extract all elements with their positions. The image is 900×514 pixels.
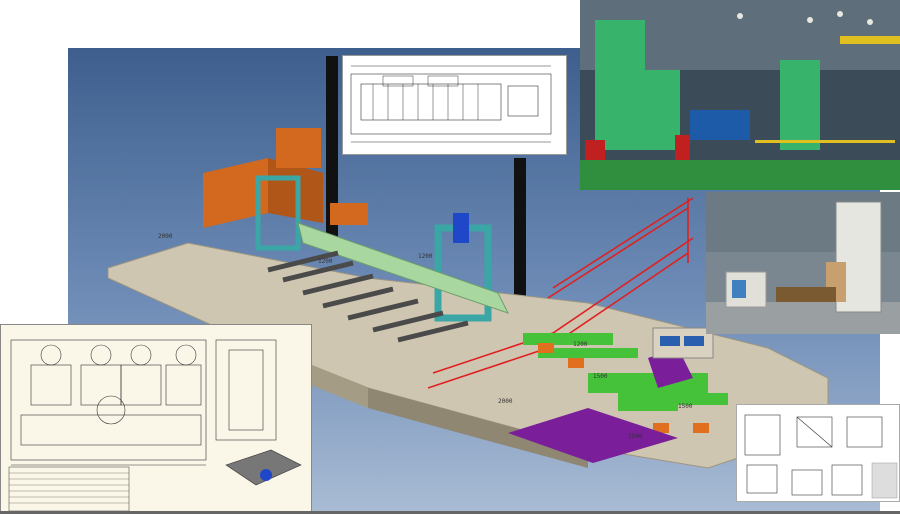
orange-housing-top [276,128,321,168]
gearbox-assembly-drawing [0,324,312,514]
dim-label: 2000 [158,233,173,240]
frame-detail-drawing [736,404,900,502]
gearbox-assembly-drawing-svg [8,339,302,512]
cabin-window-left [660,336,680,346]
press-machine-photo [706,192,900,334]
plan-view-drawing-svg [350,65,552,143]
dim-label: 1500 [678,403,693,410]
dim-label: 1200 [573,341,588,348]
press-machine-photo-svg [706,192,900,334]
blue-motor [453,213,469,243]
plan-view-drawing [342,55,567,155]
frame-detail-drawing-svg [744,414,898,499]
dim-label: 1200 [418,253,433,260]
factory-hall-photo-svg [580,0,900,190]
dim-label: 1500 [628,433,643,440]
dim-label: 1200 [318,258,333,265]
cabin-window-right [684,336,704,346]
dim-label: 2000 [498,398,513,405]
dim-label: 1500 [593,373,608,380]
factory-hall-photo [580,0,900,190]
orange-block [330,203,368,225]
